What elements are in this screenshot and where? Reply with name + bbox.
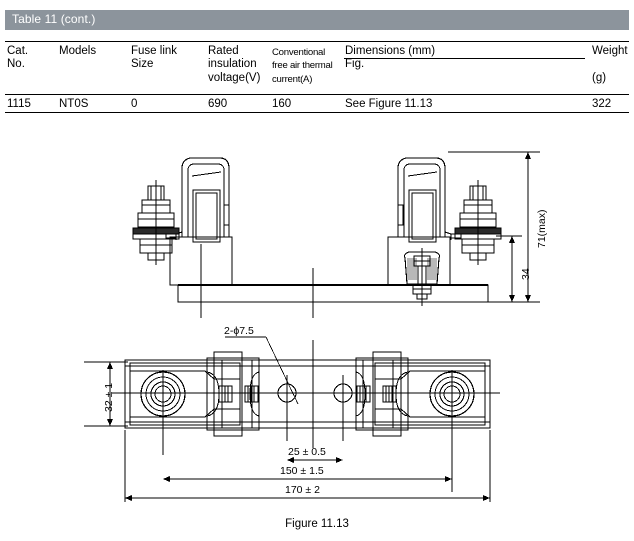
mounting-holes — [268, 375, 362, 441]
dim-label-hole-pitch-large: 150 ± 1.5 — [280, 465, 324, 477]
figure-11-13-drawing — [84, 151, 540, 502]
dim-label-overall-length: 170 ± 2 — [285, 484, 320, 496]
dim-label-height-mid: 34 — [520, 268, 532, 280]
dim-label-hole-spec: 2-ϕ7.5 — [224, 325, 254, 337]
dim-label-height-max: 71(max) — [536, 209, 548, 248]
left-terminal-bolt — [132, 180, 180, 265]
dim-label-hole-pitch-small: 25 ± 0.5 — [288, 446, 326, 458]
dim-label-width-body: 32 ± 1 — [103, 382, 115, 412]
document-page: Table 11 (cont.) Cat. No. Models Fuse li… — [0, 0, 634, 541]
right-top-terminal — [355, 351, 486, 437]
center-screw-detail — [403, 248, 441, 306]
side-view — [132, 157, 502, 318]
right-terminal-bolt — [454, 180, 502, 265]
right-carrier — [397, 157, 462, 243]
figure-caption: Figure 11.13 — [285, 518, 349, 530]
left-top-terminal — [129, 351, 260, 437]
